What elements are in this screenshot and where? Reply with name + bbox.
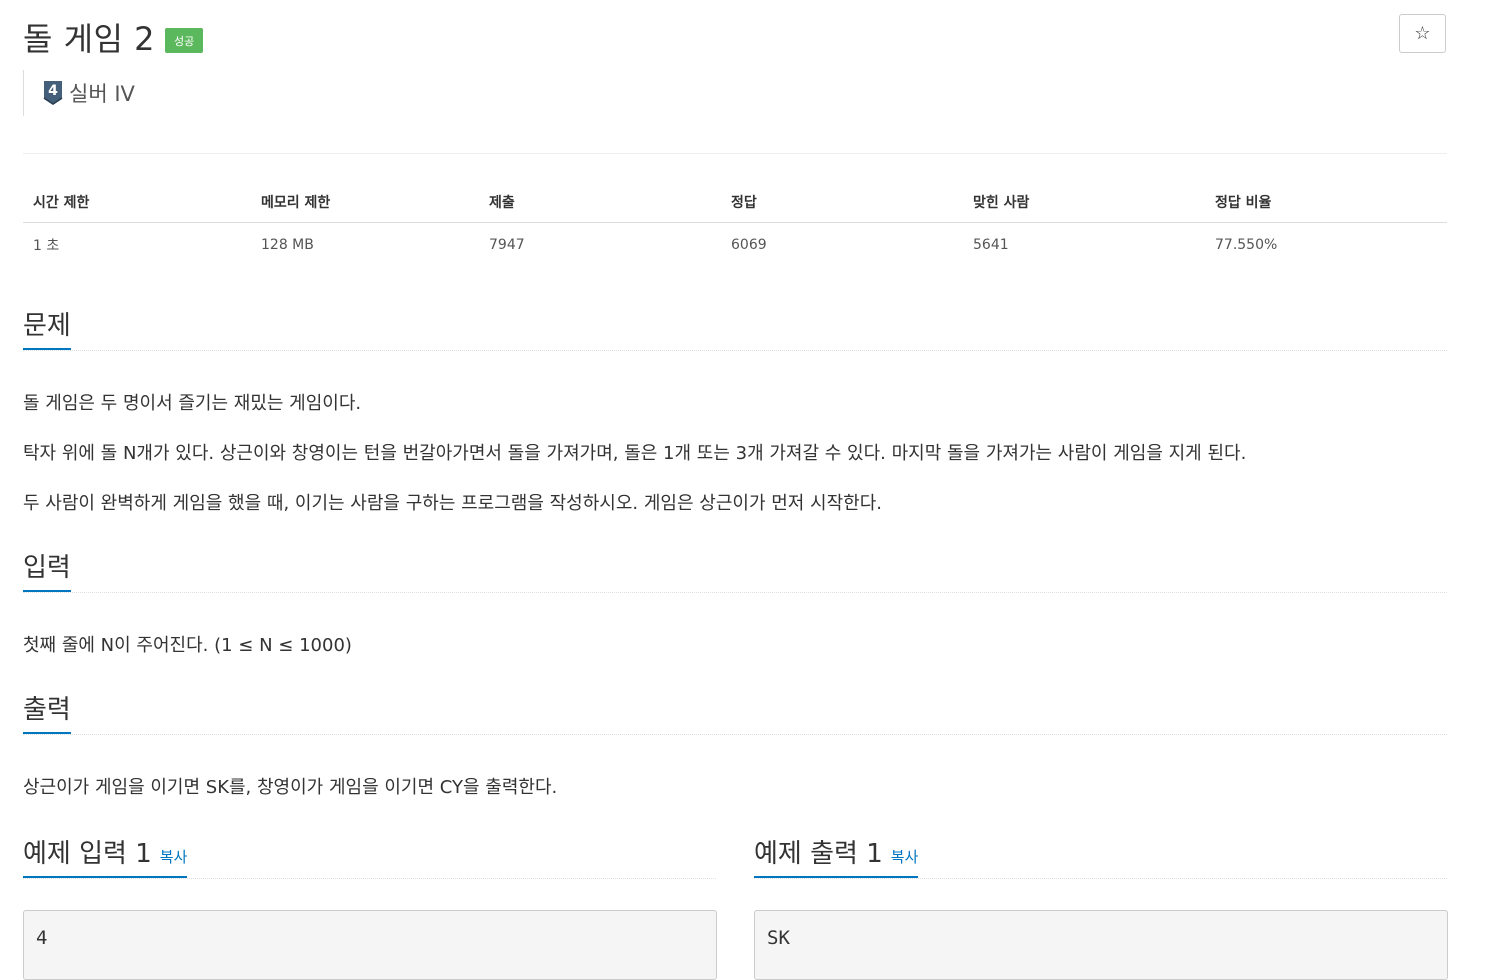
divider (23, 153, 1447, 154)
problem-paragraph-1: 돌 게임은 두 명이서 즐기는 재밌는 게임이다. (23, 393, 362, 414)
solved-users-value: 5641 (973, 237, 1009, 253)
problem-heading: 문제 (23, 308, 71, 350)
header-accept-ratio: 정답 비율 (1205, 182, 1447, 223)
table-row: 1 초 128 MB 7947 6069 5641 77.550% (23, 223, 1447, 268)
table-header-row: 시간 제한 메모리 제한 제출 정답 맞힌 사람 정답 비율 (23, 182, 1447, 223)
output-section-header: 출력 (23, 692, 1447, 735)
favorite-button[interactable]: ☆ (1399, 14, 1446, 53)
sample-output-content: SK (767, 927, 790, 949)
sample-output-heading: 예제 출력 1 복사 (754, 832, 919, 878)
sample-input-heading: 예제 입력 1 복사 (23, 832, 188, 878)
sample-input-header: 예제 입력 1 복사 (23, 832, 716, 879)
input-heading: 입력 (23, 550, 71, 592)
problem-section-header: 문제 (23, 308, 1447, 351)
output-heading: 출력 (23, 692, 71, 734)
sample-input-content: 4 (36, 927, 48, 949)
tier-number: 4 (48, 83, 58, 99)
input-section-header: 입력 (23, 550, 1447, 593)
output-description: 상근이가 게임을 이기면 SK를, 창영이가 게임을 이기면 CY을 출력한다. (23, 777, 558, 798)
time-limit-value: 1 초 (33, 238, 60, 254)
tier-shield-icon: 4 (43, 81, 63, 105)
submissions-value: 7947 (489, 237, 525, 253)
header-time-limit: 시간 제한 (23, 182, 251, 223)
accept-ratio-value: 77.550% (1215, 237, 1278, 253)
sample-input-box[interactable]: 4 (23, 910, 717, 980)
copy-sample-output-button[interactable]: 복사 (891, 848, 919, 866)
problem-info-table: 시간 제한 메모리 제한 제출 정답 맞힌 사람 정답 비율 1 초 128 M… (23, 182, 1447, 267)
sample-output-title: 예제 출력 1 (754, 839, 883, 869)
memory-limit-value: 128 MB (261, 237, 314, 253)
sample-input-title: 예제 입력 1 (23, 839, 152, 869)
title-row: 돌 게임 2 성공 (23, 14, 204, 60)
tier-label: 실버 IV (69, 82, 135, 106)
sample-output-header: 예제 출력 1 복사 (754, 832, 1447, 879)
status-badge: 성공 (165, 27, 204, 53)
accepted-value: 6069 (731, 237, 767, 253)
copy-sample-input-button[interactable]: 복사 (160, 848, 188, 866)
tier-info: 4 실버 IV (23, 70, 135, 116)
input-description: 첫째 줄에 N이 주어진다. (1 ≤ N ≤ 1000) (23, 635, 352, 656)
header-solved-users: 맞힌 사람 (963, 182, 1205, 223)
header-accepted: 정답 (721, 182, 963, 223)
problem-paragraph-3: 두 사람이 완벽하게 게임을 했을 때, 이기는 사람을 구하는 프로그램을 작… (23, 493, 883, 514)
header-memory-limit: 메모리 제한 (251, 182, 479, 223)
page-title: 돌 게임 2 (23, 20, 156, 58)
problem-paragraph-2: 탁자 위에 돌 N개가 있다. 상근이와 창영이는 턴을 번갈아가면서 돌을 가… (23, 443, 1247, 464)
sample-output-box[interactable]: SK (754, 910, 1448, 980)
star-icon: ☆ (1414, 23, 1431, 43)
header-submissions: 제출 (479, 182, 721, 223)
